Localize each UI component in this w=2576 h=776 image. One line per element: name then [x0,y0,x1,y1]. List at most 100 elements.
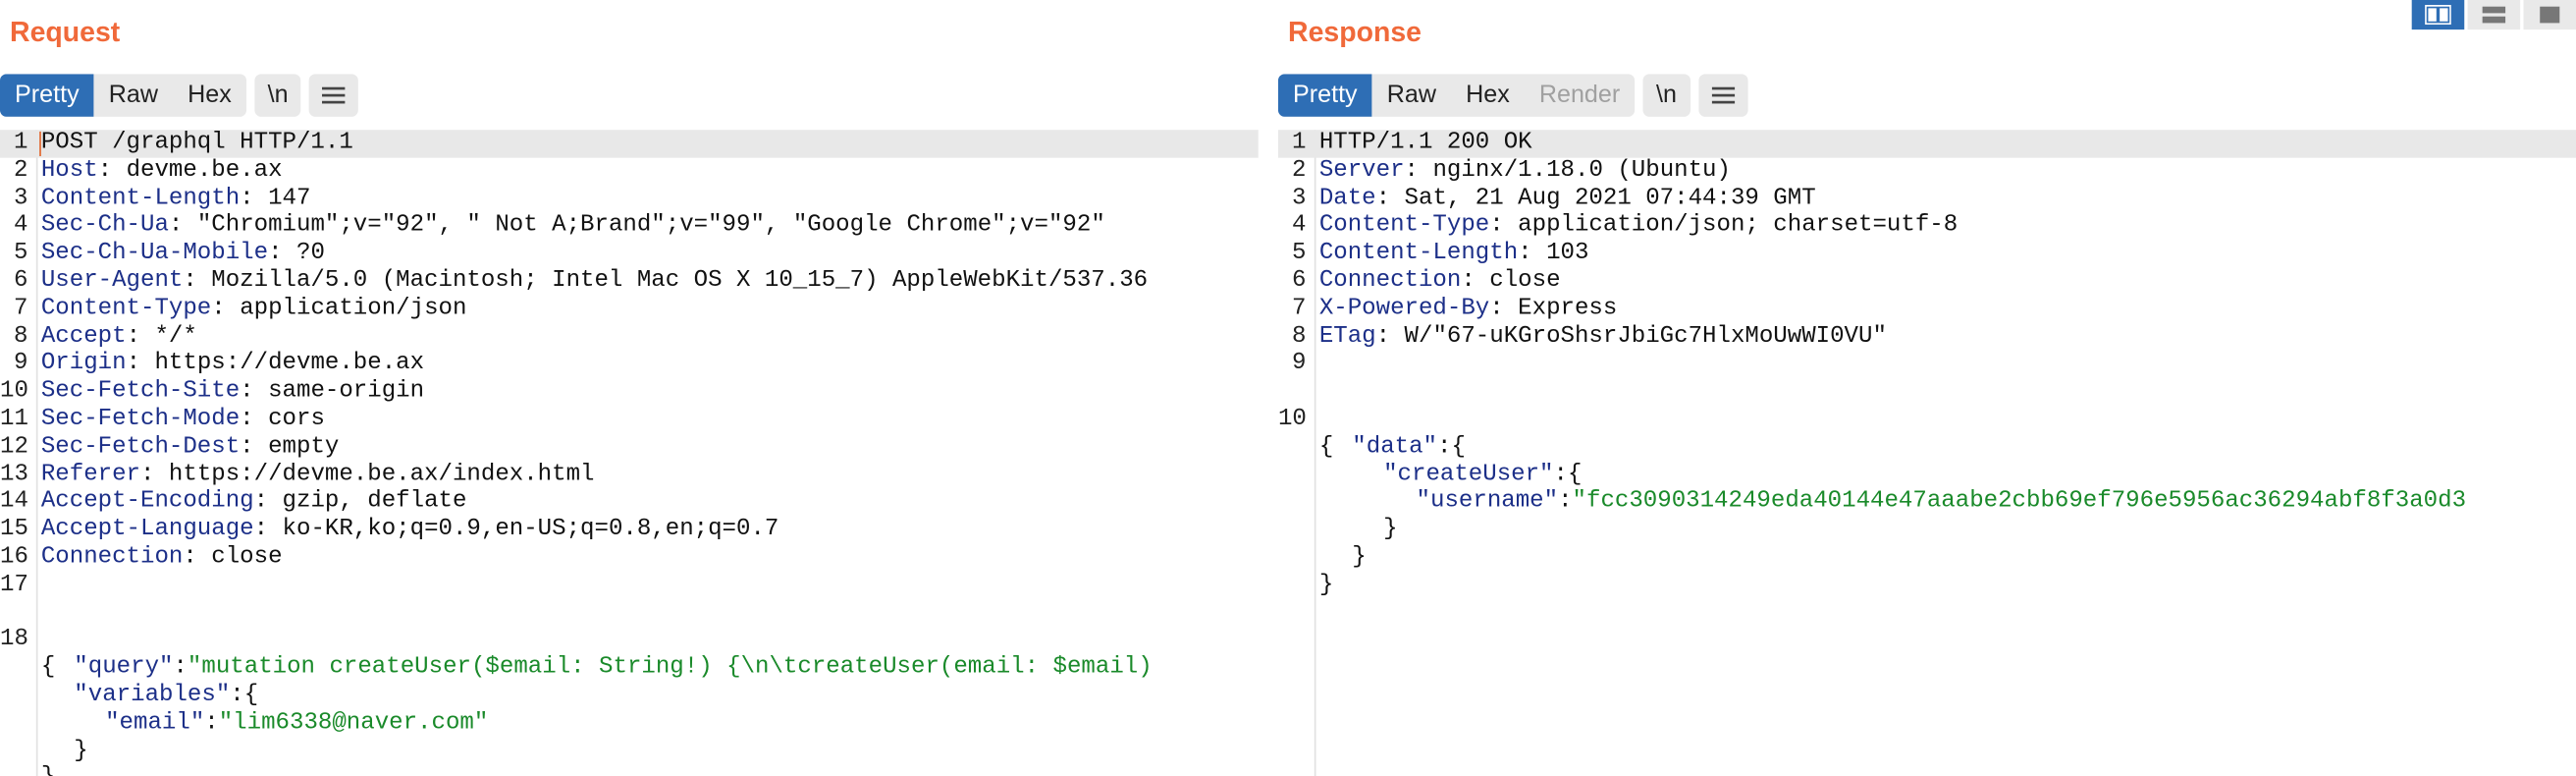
header-name: Sec-Fetch-Site [40,378,241,406]
code-line: 9 Origin: https://devme.be.ax [0,351,1259,378]
layout-side-by-side-button[interactable] [2411,0,2465,30]
columns-icon [2425,5,2451,26]
header-name: Sec-Fetch-Mode [40,406,241,433]
code-line: 7 X-Powered-By: Express [1278,296,2576,323]
code-line: 2 Host: devme.be.ax [0,157,1259,185]
code-line: 15 Accept-Language: ko-KR,ko;q=0.9,en-US;… [0,517,1259,544]
line-number: 6 [13,267,28,295]
header-line: Referer: https://devme.be.ax/index.html [40,461,595,488]
header-value: close [196,543,283,571]
newline-toggle-button[interactable]: \n [254,74,301,117]
code-line: 3 Content-Length: 147 [0,185,1259,212]
header-value: 147 [253,185,311,212]
request-view-tabs: Pretty Raw Hex [0,74,246,117]
code-line: 4 Sec-Ch-Ua: "Chromium";v="92", " Not A;B… [0,213,1259,241]
header-name: Content-Type [40,295,212,322]
line-number: 7 [13,295,28,322]
request-pane: Request Pretty Raw Hex \n 1 POST /graphql… [0,0,1259,776]
header-line: Sec-Fetch-Site: same-origin [40,378,425,406]
header-name: Server [1318,157,1405,185]
tab-pretty[interactable]: Pretty [0,74,94,117]
header-line: Content-Length: 147 [40,185,311,212]
header-name: Referer [40,461,141,488]
line-number: 2 [1291,157,1307,185]
code-line: "email":"lim6338@naver.com" [105,709,489,737]
response-editor[interactable]: 1 HTTP/1.1 200 OK 2 Server: nginx/1.18.0 (U… [1277,130,2576,776]
response-title: Response [1288,16,1422,48]
header-line: Sec-Ch-Ua-Mobile: ?0 [40,240,325,267]
header-value: application/json [225,295,467,322]
header-value: empty [253,433,340,461]
header-line: Accept-Language: ko-KR,ko;q=0.9,en-US;q=… [40,516,779,543]
code-line: 7 Content-Type: application/json [0,296,1259,323]
layout-single-button[interactable] [2523,0,2576,30]
header-name: Connection [1318,267,1462,295]
request-line: HTTP/1.1 200 OK [1318,130,1532,157]
code-line: 1 POST /graphql HTTP/1.1 [0,130,1259,158]
header-name: Content-Length [40,185,241,212]
header-line: ETag: W/"67-uKGroShsrJbiGc7HlxMoUwWI0VU" [1318,323,1887,350]
header-line: Sec-Fetch-Dest: empty [40,433,340,461]
header-value: close [1475,267,1561,295]
hamburger-icon [1711,86,1735,104]
line-number: 4 [13,212,28,240]
line-number: 9 [1291,351,1307,377]
hamburger-menu-button[interactable] [309,74,359,117]
header-value: Mozilla/5.0 (Macintosh; Intel Mac OS X 1… [196,267,1149,295]
pane-divider[interactable] [1258,0,1278,776]
header-name: Content-Type [1318,212,1490,240]
line-number: 5 [1291,240,1307,267]
header-value: https://devme.be.ax [140,351,425,377]
request-editor[interactable]: 1 POST /graphql HTTP/1.1 2 Host: devme.be.a… [0,130,1259,776]
line-number: 5 [13,240,28,267]
layout-stacked-button[interactable] [2467,0,2521,30]
header-value: "Chromium";v="92", " Not A;Brand";v="99"… [183,212,1105,240]
text-cursor [39,131,41,157]
header-name: Content-Length [1318,240,1519,267]
header-name: Host [40,157,98,185]
code-line: "query":"mutation createUser($email: Str… [74,654,1153,682]
tab-raw[interactable]: Raw [94,74,173,117]
header-name: Connection [40,543,184,571]
line-number: 14 [0,488,28,516]
tab-pretty[interactable]: Pretty [1277,74,1372,117]
header-name: Date [1318,185,1376,212]
code-line: 14 Accept-Encoding: gzip, deflate [0,489,1259,517]
single-pane-icon [2540,6,2560,24]
header-line: X-Powered-By: Express [1318,295,1618,322]
layout-toggles [2411,0,2576,30]
header-value: https://devme.be.ax/index.html [154,461,595,488]
tab-hex[interactable]: Hex [1451,74,1525,117]
header-value: cors [253,406,325,433]
code-line: 3 Date: Sat, 21 Aug 2021 07:44:39 GMT [1278,185,2576,212]
header-value: nginx/1.18.0 (Ubuntu) [1419,157,1731,185]
tab-render[interactable]: Render [1525,74,1635,117]
header-name: X-Powered-By [1318,295,1490,322]
json-close-brace: } [41,765,55,776]
newline-toggle-button[interactable]: \n [1642,74,1690,117]
tab-hex[interactable]: Hex [173,74,246,117]
code-line: 17 [0,572,1259,599]
code-line: 5 Content-Length: 103 [1278,241,2576,268]
request-line: POST /graphql HTTP/1.1 [40,130,353,157]
code-line: 16 Connection: close [0,544,1259,572]
line-number: 1 [1291,130,1307,157]
header-line: Connection: close [40,543,283,571]
header-line: User-Agent: Mozilla/5.0 (Macintosh; Inte… [40,267,1149,295]
line-number: 6 [1291,267,1307,295]
line-number: 3 [13,185,28,212]
header-line: Accept-Encoding: gzip, deflate [40,488,467,516]
line-number: 1 [13,130,28,157]
code-line: 4 Content-Type: application/json; charset… [1278,213,2576,241]
line-number: 11 [0,406,28,433]
header-value: gzip, deflate [268,488,467,516]
line-number: 7 [1291,295,1307,322]
hamburger-menu-button[interactable] [1697,74,1747,117]
tab-raw[interactable]: Raw [1372,74,1451,117]
code-line: } [1278,489,2576,543]
header-line: Date: Sat, 21 Aug 2021 07:44:39 GMT [1318,185,1816,212]
header-value: Express [1503,295,1618,322]
header-line: Accept: */* [40,323,197,350]
header-line: Sec-Fetch-Mode: cors [40,406,325,433]
header-name: ETag [1318,323,1376,350]
